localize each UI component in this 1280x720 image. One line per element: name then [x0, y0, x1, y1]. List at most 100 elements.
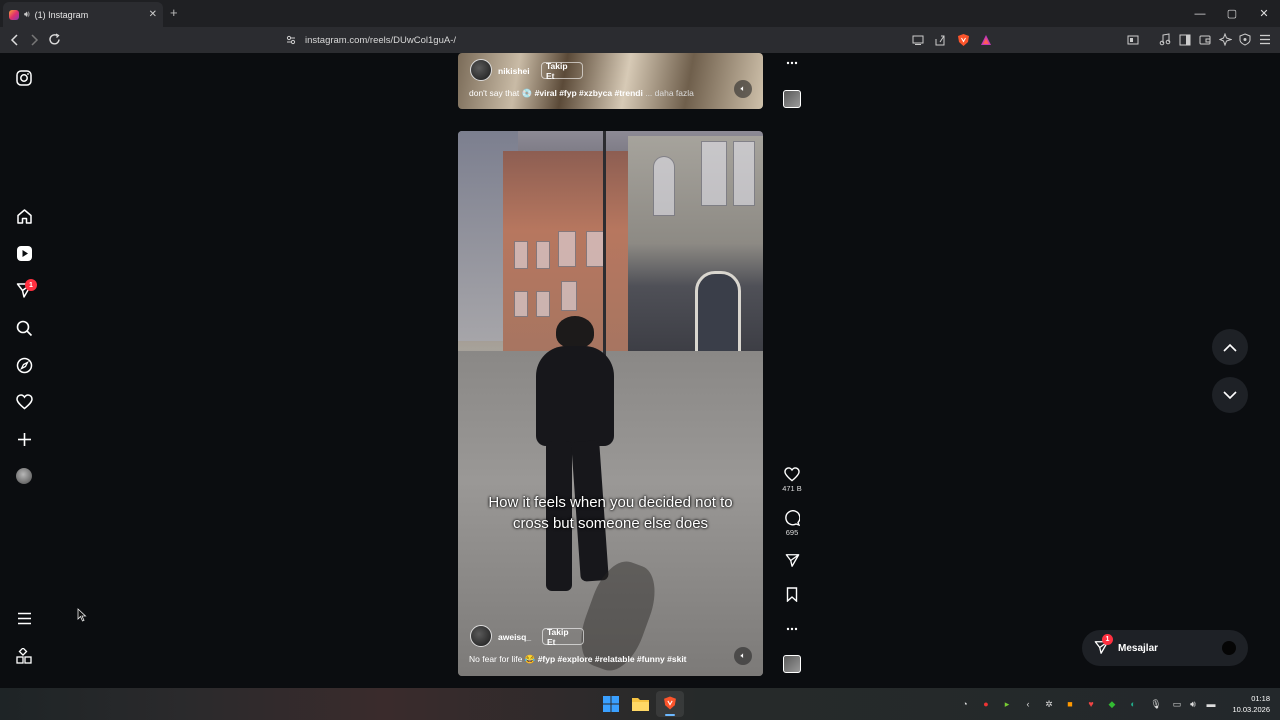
leo-ai-icon[interactable]: [1219, 33, 1232, 46]
more-options-icon[interactable]: [786, 61, 798, 65]
tray-app-icon[interactable]: ‹: [1022, 698, 1034, 710]
close-tab-icon[interactable]: ✕: [149, 9, 157, 20]
volume-icon[interactable]: 🔊︎: [1187, 698, 1199, 710]
likes-count: 471 B: [782, 484, 802, 493]
save-action[interactable]: [782, 587, 802, 602]
vpn-shield-icon[interactable]: [1239, 33, 1251, 46]
bookmark-icon[interactable]: [786, 587, 798, 602]
tray-app-icon[interactable]: ●: [980, 698, 992, 710]
follow-button[interactable]: Takip Et: [542, 627, 584, 647]
address-bar[interactable]: instagram.com/reels/DUwCol1guA-/: [250, 30, 1000, 50]
reels-icon[interactable]: [14, 243, 34, 263]
reel-caption: don't say that 💿 #viral #fyp #xzbyca #tr…: [469, 88, 694, 99]
messages-label: Mesajlar: [1118, 642, 1159, 654]
messages-button[interactable]: 1 Mesajlar: [1082, 630, 1248, 666]
more-options-icon[interactable]: [786, 627, 798, 631]
tray-app-icon[interactable]: ◔: [959, 698, 971, 710]
clock-date: 10.03.2026: [1232, 705, 1270, 714]
next-reel-button[interactable]: [1212, 377, 1248, 413]
tray-app-icon[interactable]: ▸: [1001, 698, 1013, 710]
forward-icon[interactable]: [28, 34, 40, 46]
url-text: instagram.com/reels/DUwCol1guA-/: [305, 34, 456, 46]
instagram-favicon-icon: [9, 9, 19, 20]
wallet-icon[interactable]: [1199, 34, 1211, 46]
building-door: [695, 271, 741, 361]
brave-rewards-icon[interactable]: [980, 34, 992, 46]
tray-app-icon[interactable]: ◆: [1106, 698, 1118, 710]
reload-icon[interactable]: [48, 33, 61, 46]
taskbar-active-app[interactable]: [656, 691, 684, 717]
like-action[interactable]: 471 B: [782, 467, 802, 493]
panel-icon[interactable]: [1179, 34, 1191, 46]
reel-subtitle: How it feels when you decided not to cro…: [488, 494, 733, 532]
profile-avatar[interactable]: [14, 466, 34, 486]
send-icon[interactable]: [785, 553, 800, 568]
speaker-icon[interactable]: 🔈︎: [734, 647, 752, 665]
minimize-button[interactable]: —: [1184, 0, 1216, 27]
send-icon: 1: [1094, 634, 1113, 656]
back-icon[interactable]: [9, 34, 21, 46]
tray-app-icon[interactable]: ♥: [1085, 698, 1097, 710]
messages-badge: 1: [1102, 634, 1113, 645]
previous-reel-button[interactable]: [1212, 329, 1248, 365]
reel-author-avatar[interactable]: [470, 59, 492, 81]
search-icon[interactable]: [14, 318, 34, 338]
site-info-icon[interactable]: [286, 35, 296, 45]
browser-tab[interactable]: 🔊︎ (1) Instagram ✕: [3, 2, 163, 27]
audio-thumbnail[interactable]: [783, 90, 801, 108]
avatar: [1222, 641, 1236, 655]
window-controls: — ▢ ✕: [1184, 0, 1280, 27]
taskbar-clock[interactable]: 01:18 10.03.2026: [1232, 693, 1270, 715]
heart-icon[interactable]: [14, 392, 34, 412]
apps-icon[interactable]: [14, 646, 34, 666]
home-icon[interactable]: [14, 206, 34, 226]
browser-tab-bar: 🔊︎ (1) Instagram ✕ + — ▢ ✕: [0, 0, 1280, 27]
share-icon[interactable]: [934, 34, 946, 46]
comment-icon[interactable]: [784, 510, 800, 526]
brave-shield-icon[interactable]: [957, 33, 970, 47]
mouse-cursor-icon: [77, 608, 87, 622]
more-link[interactable]: ... daha fazla: [645, 88, 694, 98]
speaker-icon[interactable]: 🔈︎: [734, 80, 752, 98]
heart-icon[interactable]: [784, 467, 800, 482]
reel-current[interactable]: aweisq_ Takip Et No fear for life 😂 #fyp…: [458, 131, 763, 676]
network-icon[interactable]: ▭: [1171, 698, 1183, 710]
compass-icon[interactable]: [14, 355, 34, 375]
audio-thumbnail[interactable]: [783, 655, 801, 673]
reel-author-name[interactable]: nikishei: [498, 66, 530, 76]
windows-start-icon[interactable]: [603, 696, 619, 712]
battery-icon[interactable]: ▬: [1205, 698, 1217, 710]
sidebar-toggle-icon[interactable]: [1127, 34, 1139, 46]
lamp-post: [603, 131, 606, 361]
caption-text: No fear for life 😂: [469, 654, 536, 664]
maximize-button[interactable]: ▢: [1216, 0, 1248, 27]
tray-app-icon[interactable]: ✲: [1043, 698, 1055, 710]
cast-icon[interactable]: [912, 35, 924, 45]
microphone-icon[interactable]: 🎙︎: [1150, 698, 1162, 710]
menu-icon[interactable]: [1259, 34, 1271, 45]
file-explorer-icon[interactable]: [632, 696, 649, 711]
follow-button[interactable]: Takip Et: [541, 61, 583, 81]
music-icon[interactable]: [1159, 33, 1171, 46]
browser-toolbar: instagram.com/reels/DUwCol1guA-/: [0, 27, 1280, 53]
messages-badge: 1: [25, 279, 37, 291]
speaker-icon[interactable]: 🔊︎: [24, 9, 30, 20]
caption-hashtags[interactable]: #fyp #explore #relatable #funny #skit: [538, 654, 687, 664]
tray-app-icon[interactable]: ◐: [1127, 698, 1139, 710]
reel-previous[interactable]: nikishei Takip Et don't say that 💿 #vira…: [458, 53, 763, 109]
chevron-down-icon: [1223, 390, 1237, 399]
comment-action[interactable]: 695: [782, 510, 802, 537]
reel-author-avatar[interactable]: [470, 625, 492, 647]
person-torso: [536, 346, 614, 446]
share-action[interactable]: [782, 553, 802, 568]
tab-title: (1) Instagram: [34, 9, 89, 20]
new-tab-button[interactable]: +: [170, 5, 178, 20]
caption-hashtags[interactable]: #viral #fyp #xzbyca #trendi: [535, 88, 643, 98]
reel-author-name[interactable]: aweisq_: [498, 632, 531, 642]
instagram-logo-icon[interactable]: [14, 68, 34, 88]
plus-icon[interactable]: [14, 429, 34, 449]
close-window-button[interactable]: ✕: [1248, 0, 1280, 27]
menu-icon[interactable]: [14, 608, 34, 628]
tray-app-icon[interactable]: ■: [1064, 698, 1076, 710]
comments-count: 695: [785, 528, 799, 537]
